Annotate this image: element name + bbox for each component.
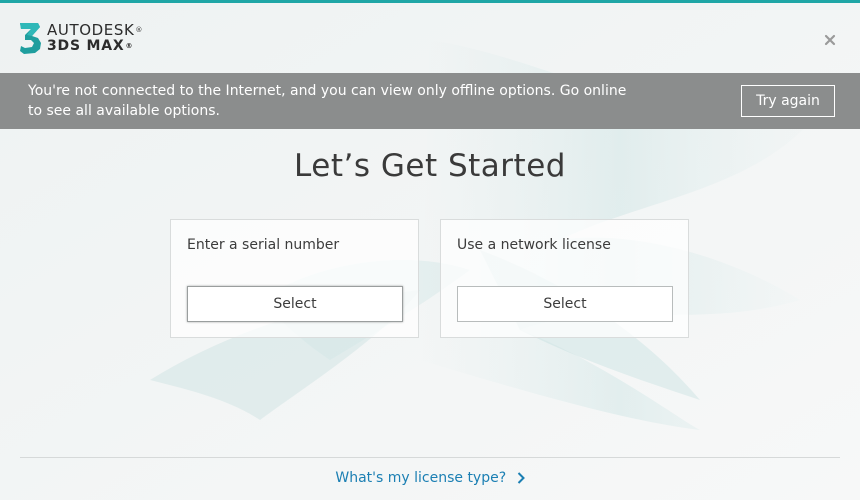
serial-number-select-button[interactable]: Select (187, 286, 403, 322)
header: AUTODESK® 3DS MAX® (0, 3, 860, 73)
max-3-logo-icon (20, 23, 41, 54)
serial-number-label: Enter a serial number (187, 237, 340, 253)
license-type-link[interactable]: What's my license type? (335, 470, 506, 486)
try-again-button[interactable]: Try again (741, 85, 835, 117)
chevron-right-icon[interactable] (517, 472, 525, 484)
footer-divider (20, 457, 840, 458)
serial-number-card: Enter a serial number Select (170, 219, 419, 338)
offline-message: You're not connected to the Internet, an… (28, 83, 627, 119)
license-type-link-row: What's my license type? (0, 470, 860, 486)
page-title: Let’s Get Started (294, 148, 566, 184)
network-license-card: Use a network license Select (440, 219, 689, 338)
network-license-label: Use a network license (457, 237, 611, 253)
company-name: AUTODESK® (47, 21, 144, 39)
close-icon[interactable] (822, 32, 838, 48)
product-brand: AUTODESK® 3DS MAX® (47, 22, 143, 54)
product-name: 3DS MAX® (47, 38, 134, 54)
offline-banner: You're not connected to the Internet, an… (0, 73, 860, 129)
network-license-select-button[interactable]: Select (457, 286, 673, 322)
